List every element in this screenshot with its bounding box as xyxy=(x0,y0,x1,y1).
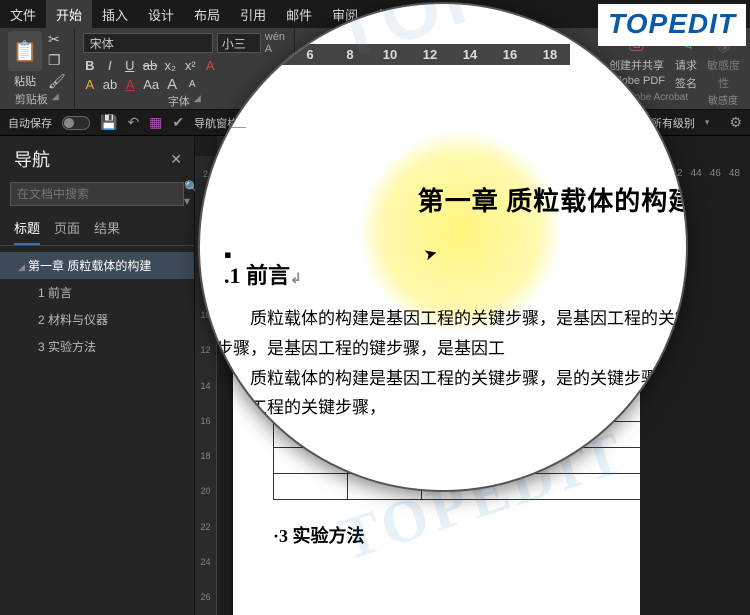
paste-label: 粘贴 xyxy=(14,73,36,89)
nav-tab-results[interactable]: 结果 xyxy=(94,218,120,245)
outline-item-2[interactable]: 2 材料与仪器 xyxy=(0,306,194,333)
ribbon-clipboard-group: 📋 粘贴 ✂ ❐ 🖌 剪贴板◢ xyxy=(0,28,75,109)
undo-icon[interactable]: ↶ xyxy=(127,114,139,131)
highlight-button[interactable]: A xyxy=(83,77,97,92)
mag-heading2: .1 前言↲ xyxy=(224,258,688,290)
search-input[interactable] xyxy=(11,187,178,201)
cut-icon[interactable]: ✂ xyxy=(48,31,66,48)
navigation-pane: 导航 ✕ 🔍▾ 标题 页面 结果 ◢第一章 质粒载体的构建 1 前言 2 材料与… xyxy=(0,136,195,615)
strike-button[interactable]: ab xyxy=(143,58,157,73)
autosave-label: 自动保存 xyxy=(8,115,52,131)
clear-format-button[interactable]: ab xyxy=(103,77,117,92)
mag-document: ↲ 第一章 质粒载体的构建↲ .1 前言↲ 质粒载体的构建是基因工程的关键步骤，… xyxy=(210,82,688,423)
font-name-select[interactable]: 宋体 xyxy=(83,33,213,53)
outline-item-3[interactable]: 3 实验方法 xyxy=(0,333,194,360)
superscript-button[interactable]: x² xyxy=(183,58,197,73)
menu-mail[interactable]: 邮件 xyxy=(276,0,322,28)
menu-layout[interactable]: 布局 xyxy=(184,0,230,28)
paste-button[interactable]: 📋 xyxy=(8,31,42,71)
change-case-button[interactable]: Aa xyxy=(143,77,159,92)
nav-tab-headings[interactable]: 标题 xyxy=(14,218,40,245)
topedit-logo: TOPEDIT xyxy=(608,8,736,40)
heading-section3[interactable]: ·3 实验方法 xyxy=(273,522,693,548)
font-group-label: 字体 xyxy=(168,93,190,109)
nav-tabs: 标题 页面 结果 xyxy=(0,210,194,246)
italic-button[interactable]: I xyxy=(103,58,117,73)
bold-button[interactable]: B xyxy=(83,58,97,73)
menu-home[interactable]: 开始 xyxy=(46,0,92,28)
copy-icon[interactable]: ❐ xyxy=(48,52,66,69)
nav-tab-pages[interactable]: 页面 xyxy=(54,218,80,245)
font-launcher-icon[interactable]: ◢ xyxy=(194,93,201,109)
qat-icon[interactable]: ▦ xyxy=(149,114,162,131)
menu-insert[interactable]: 插入 xyxy=(92,0,138,28)
nav-close-icon[interactable]: ✕ xyxy=(170,151,182,168)
clipboard-launcher-icon[interactable]: ◢ xyxy=(52,91,59,107)
logo-badge: TOPEDIT xyxy=(598,4,746,46)
underline-button[interactable]: U xyxy=(123,58,137,73)
shrink-font-button[interactable]: A xyxy=(185,79,199,90)
format-painter-icon[interactable]: 🖌 xyxy=(48,73,66,90)
collapse-icon[interactable]: ◢ xyxy=(18,262,28,273)
menu-design[interactable]: 设计 xyxy=(138,0,184,28)
clipboard-group-label: 剪贴板 xyxy=(15,91,48,107)
autosave-toggle[interactable] xyxy=(62,116,90,130)
outline-item-chapter1[interactable]: ◢第一章 质粒载体的构建 xyxy=(0,252,194,279)
menu-file[interactable]: 文件 xyxy=(0,0,46,28)
magnifier-overlay: 2 4 6 8 10 12 14 16 18 TOPEDIT ▪ ➤ ↲ 第一章… xyxy=(198,2,688,492)
outline-item-1[interactable]: 1 前言 xyxy=(0,279,194,306)
navpane-check-icon[interactable]: ✔ xyxy=(172,114,184,131)
mag-para2: 质粒载体的构建是基因工程的关键步骤，是的关键步骤，是基因工程的关键步骤， xyxy=(210,364,688,424)
grow-font-button[interactable]: A xyxy=(165,76,179,93)
settings-icon[interactable]: ⚙ xyxy=(729,114,742,131)
save-icon[interactable]: 💾 xyxy=(100,114,117,131)
outline-tree: ◢第一章 质粒载体的构建 1 前言 2 材料与仪器 3 实验方法 xyxy=(0,246,194,366)
nav-title: 导航 xyxy=(14,146,50,172)
nav-search[interactable]: 🔍▾ xyxy=(10,182,184,206)
mag-heading1: 第一章 质粒载体的构建↲ xyxy=(210,181,688,218)
menu-references[interactable]: 引用 xyxy=(230,0,276,28)
mag-para1: 质粒载体的构建是基因工程的关键步骤，是基因工程的关键步骤，是基因工程的键步骤，是… xyxy=(210,304,688,364)
font-color-button[interactable]: A xyxy=(123,77,137,92)
subscript-button[interactable]: x₂ xyxy=(163,58,177,73)
sensitivity-group-label: 敏感度 xyxy=(708,92,738,107)
mag-ruler: 2 4 6 8 10 12 14 16 18 xyxy=(210,44,570,65)
